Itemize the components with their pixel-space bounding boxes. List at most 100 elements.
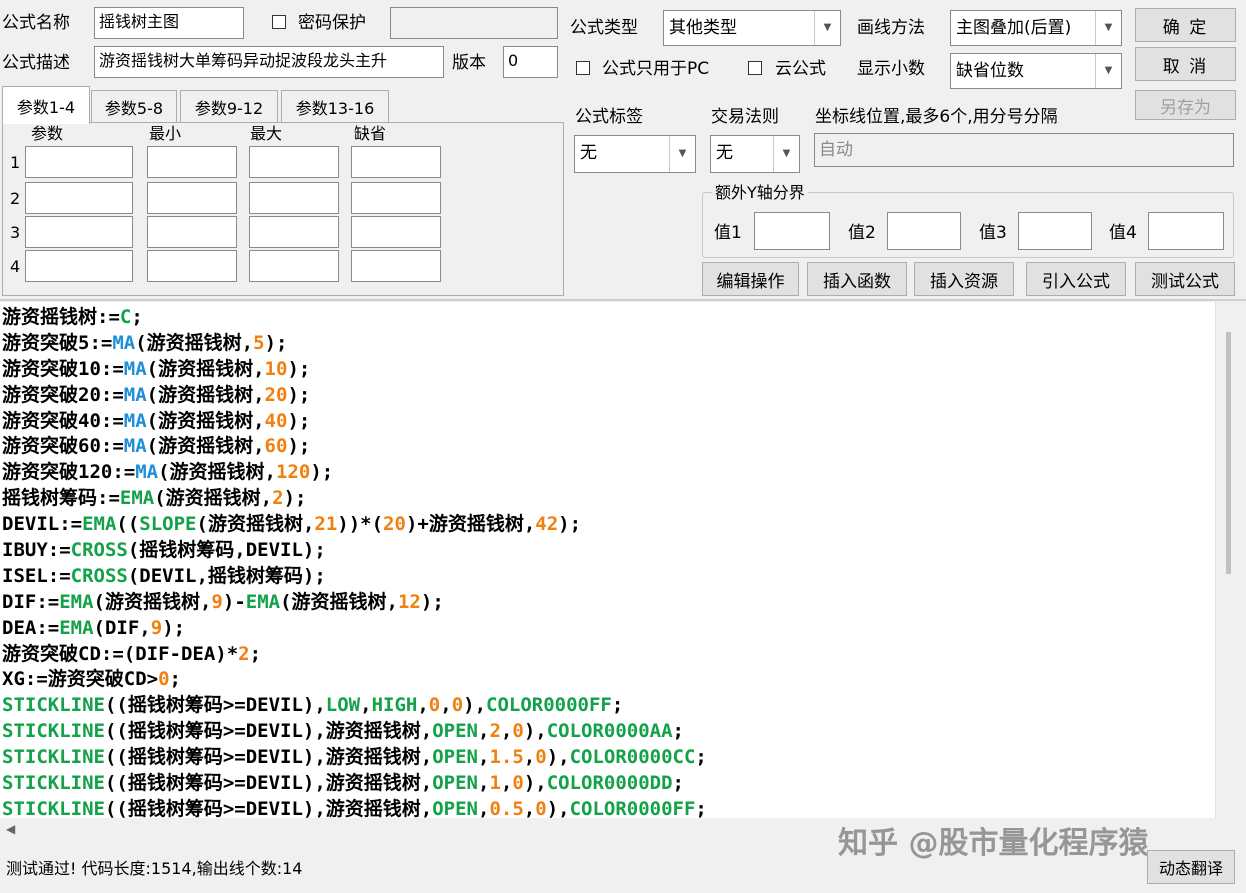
param-min-input[interactable] — [147, 216, 237, 248]
code-token: ); — [287, 357, 311, 380]
value4-input[interactable] — [1148, 212, 1224, 250]
password-checkbox[interactable] — [272, 15, 286, 29]
tab-params-9-12[interactable]: 参数9-12 — [180, 90, 278, 122]
code-line: STICKLINE((摇钱树筹码>=DEVIL),游资摇钱树,OPEN,1,0)… — [2, 771, 1215, 797]
code-token: , — [500, 720, 513, 743]
param-max-input[interactable] — [249, 182, 339, 214]
code-token: IBUY:= — [2, 539, 71, 562]
code-editor[interactable]: 游资摇钱树:=C; 游资突破5:=MA(游资摇钱树,5); 游资突破10:=MA(游… — [0, 302, 1215, 818]
param-name-input[interactable] — [25, 216, 133, 248]
code-line: 游资突破5:=MA(游资摇钱树,5); — [2, 331, 1215, 357]
decimals-value: 缺省位数 — [956, 61, 1024, 81]
vertical-scrollbar[interactable] — [1215, 302, 1246, 818]
insert-resource-button[interactable]: 插入资源 — [914, 262, 1014, 296]
code-token: ; — [672, 772, 684, 795]
code-token: 游资摇钱树:= — [2, 306, 120, 328]
code-token: ); — [162, 616, 186, 639]
code-token: CROSS — [70, 564, 128, 587]
tab-params-13-16[interactable]: 参数13-16 — [281, 90, 389, 122]
code-token: (游资摇钱树, — [135, 331, 254, 354]
tab-params-1-4[interactable]: 参数1-4 — [2, 86, 90, 124]
axis-position-input[interactable]: 自动 — [814, 133, 1234, 167]
ok-button[interactable]: 确 定 — [1135, 8, 1236, 42]
code-token: , — [478, 797, 490, 818]
code-token: 40 — [264, 409, 288, 432]
dynamic-translate-button[interactable]: 动态翻译 — [1147, 850, 1235, 884]
chevron-down-icon: ▼ — [1095, 54, 1121, 88]
param-min-input[interactable] — [147, 182, 237, 214]
formula-tag-select[interactable]: 无 ▼ — [574, 135, 696, 173]
insert-function-button[interactable]: 插入函数 — [807, 262, 907, 296]
code-token: STICKLINE — [2, 720, 105, 743]
code-line: DEA:=EMA(DIF,9); — [2, 616, 1215, 642]
formula-name-input[interactable]: 摇钱树主图 — [94, 7, 244, 39]
code-token: 游资突破5:= — [2, 331, 113, 354]
trade-rule-select[interactable]: 无 ▼ — [710, 135, 800, 173]
code-token: SLOPE — [139, 513, 197, 536]
code-token: MA — [112, 331, 136, 354]
edit-operation-button[interactable]: 编辑操作 — [702, 262, 799, 296]
code-token: MA — [123, 435, 147, 458]
trade-rule-label: 交易法则 — [711, 107, 779, 127]
param-max-input[interactable] — [249, 250, 339, 282]
code-token: (游资摇钱树, — [93, 590, 212, 613]
code-line: 游资突破120:=MA(游资摇钱树,120); — [2, 460, 1215, 486]
code-token: COLOR0000CC — [569, 746, 696, 769]
version-input[interactable]: 0 — [503, 46, 558, 78]
code-token: )+游资摇钱树, — [405, 513, 536, 536]
formula-desc-input[interactable]: 游资摇钱树大单筹码异动捉波段龙头主升 — [94, 46, 444, 78]
value2-input[interactable] — [887, 212, 961, 250]
code-token: STICKLINE — [2, 746, 105, 769]
code-token: 10 — [264, 357, 288, 380]
value1-input[interactable] — [754, 212, 830, 250]
code-token: 42 — [535, 513, 559, 536]
code-token: 0 — [158, 668, 170, 691]
draw-method-select[interactable]: 主图叠加(后置) ▼ — [950, 10, 1122, 46]
pc-only-label: 公式只用于PC — [602, 59, 710, 79]
code-token: , — [523, 797, 536, 818]
code-token: (游资摇钱树, — [146, 409, 265, 432]
cancel-button[interactable]: 取 消 — [1135, 47, 1236, 81]
pc-only-checkbox[interactable] — [576, 61, 590, 75]
max-col-header: 最大 — [250, 124, 283, 143]
code-line: ISEL:=CROSS(DEVIL,摇钱树筹码); — [2, 564, 1215, 590]
import-formula-button[interactable]: 引入公式 — [1026, 262, 1126, 296]
code-token: ), — [523, 720, 547, 743]
param-default-input[interactable] — [351, 146, 441, 178]
scrollbar-thumb[interactable] — [1226, 332, 1231, 574]
scroll-left-icon[interactable]: ◀ — [6, 822, 15, 836]
version-label: 版本 — [452, 53, 486, 73]
code-token: 2 — [489, 720, 501, 743]
tab-params-5-8[interactable]: 参数5-8 — [91, 90, 177, 122]
param-name-input[interactable] — [25, 250, 133, 282]
password-input — [390, 7, 558, 39]
param-default-input[interactable] — [351, 182, 441, 214]
code-token: (摇钱树筹码,DEVIL); — [127, 539, 326, 562]
status-message: 测试通过! 代码长度:1514,输出线个数:14 — [6, 859, 303, 878]
param-max-input[interactable] — [249, 146, 339, 178]
param-name-input[interactable] — [25, 146, 133, 178]
code-token: (游资摇钱树, — [196, 513, 315, 536]
param-min-input[interactable] — [147, 146, 237, 178]
formula-type-select[interactable]: 其他类型 ▼ — [663, 10, 841, 46]
code-token: 0 — [535, 797, 547, 818]
param-name-input[interactable] — [25, 182, 133, 214]
code-token: , — [417, 694, 429, 717]
decimals-select[interactable]: 缺省位数 ▼ — [950, 53, 1122, 89]
test-formula-button[interactable]: 测试公式 — [1135, 262, 1235, 296]
cloud-checkbox[interactable] — [748, 61, 762, 75]
code-token: 游资突破40:= — [2, 409, 124, 432]
save-as-button[interactable]: 另存为 — [1135, 90, 1236, 120]
param-min-input[interactable] — [147, 250, 237, 282]
param-default-input[interactable] — [351, 250, 441, 282]
chevron-down-icon: ▼ — [814, 11, 840, 45]
code-token: 20 — [383, 513, 406, 536]
param-row-number: 4 — [10, 257, 21, 276]
param-max-input[interactable] — [249, 216, 339, 248]
param-default-input[interactable] — [351, 216, 441, 248]
code-token: ((摇钱树筹码>=DEVIL), — [104, 694, 326, 717]
code-token: (DEVIL,摇钱树筹码); — [127, 564, 326, 587]
code-token: ; — [695, 797, 707, 818]
value3-input[interactable] — [1018, 212, 1092, 250]
code-token: 20 — [264, 383, 288, 406]
